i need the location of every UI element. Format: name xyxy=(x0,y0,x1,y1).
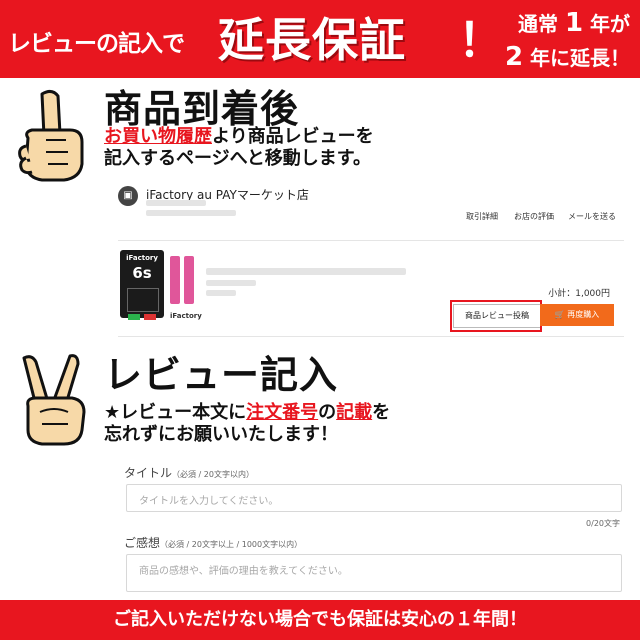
divider xyxy=(118,336,624,337)
step2-title: レビュー記入 xyxy=(104,353,339,397)
one-finger-hand-icon xyxy=(18,89,84,182)
banner-lead: レビューの記入で xyxy=(8,31,185,57)
banner-headline: 延長保証 xyxy=(218,13,406,67)
blurred-text xyxy=(146,200,206,206)
adhesive-strip-image xyxy=(184,256,194,304)
title-input[interactable]: タイトルを入力してください。 xyxy=(126,484,622,512)
product-maker: iFactory xyxy=(170,312,202,320)
step1-description: お買い物履歴より商品レビューを 記入するページへと移動します。 xyxy=(104,126,374,169)
impression-field-label: ご感想（必須 / 20文字以上 / 1000文字以内） xyxy=(124,536,303,550)
banner-note-line2: 2 年に延長！ xyxy=(504,42,630,72)
shop-rating-link[interactable]: お店の評価 xyxy=(514,211,554,222)
peace-sign-hand-icon xyxy=(22,354,86,446)
cart-icon: 🛒 xyxy=(554,310,565,319)
blurred-text xyxy=(146,210,236,216)
subtotal: 小計：1,000円 xyxy=(548,289,610,299)
step1-title: 商品到着後 xyxy=(104,87,300,131)
blurred-text xyxy=(206,290,236,296)
shop-icon: ▣ xyxy=(118,186,138,206)
rebuy-button[interactable]: 🛒 再度購入 xyxy=(540,304,614,326)
send-mail-link[interactable]: メールを送る xyxy=(568,211,616,222)
order-card: ▣ iFactory au PAYマーケット店 取引詳細 お店の評価 メールを送… xyxy=(110,178,624,338)
purchase-history-label: お買い物履歴 xyxy=(104,126,212,147)
impression-textarea[interactable]: 商品の感想や、評価の理由を教えてください。 xyxy=(126,554,622,592)
top-banner: レビューの記入で 延長保証 ！ 通常 1 年が 2 年に延長！ xyxy=(0,0,640,78)
banner-headline-mark: ！ xyxy=(458,13,504,67)
bottom-banner: ご記入いただけない場合でも保証は安心の１年間！ xyxy=(0,600,640,640)
step2-description: ★レビュー本文に注文番号の記載を 忘れずにお願いいたします！ xyxy=(104,402,391,445)
product-image[interactable]: iFactory 6s xyxy=(120,250,164,320)
banner-note-line1: 通常 1 年が xyxy=(517,8,630,38)
blurred-product-name xyxy=(206,268,406,275)
adhesive-strip-image xyxy=(170,256,180,304)
blurred-text xyxy=(206,280,256,286)
title-field-label: タイトル（必須 / 20文字以内） xyxy=(124,466,254,480)
title-char-counter: 0/20文字 xyxy=(586,519,620,528)
order-detail-link[interactable]: 取引詳細 xyxy=(466,211,498,222)
divider xyxy=(118,240,624,241)
review-button-highlight xyxy=(450,300,542,332)
